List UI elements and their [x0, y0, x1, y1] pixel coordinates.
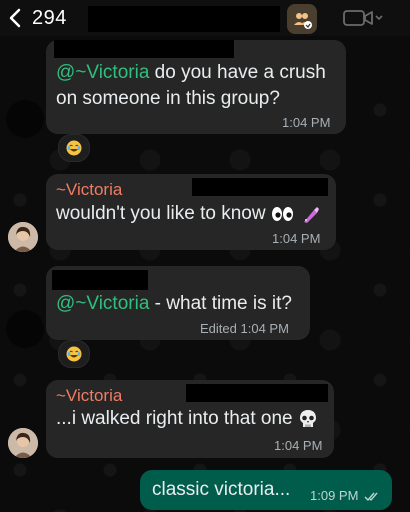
message-bubble[interactable]: ~Victoria ...i walked right into that on…: [46, 380, 334, 458]
video-call-button[interactable]: [343, 8, 391, 28]
mention[interactable]: @~Victoria: [56, 62, 149, 83]
mention[interactable]: @~Victoria: [56, 293, 149, 314]
message-bubble[interactable]: @~Victoria do you have a crush on someon…: [46, 40, 346, 134]
nail-polish-emoji-icon: [304, 206, 320, 223]
sender-name[interactable]: ~Victoria: [56, 386, 122, 406]
message-text: @~Victoria - what time is it?: [56, 293, 292, 314]
message-text: @~Victoria do you have a crush: [56, 62, 326, 83]
message-text: on someone in this group?: [56, 88, 280, 109]
reaction-badge[interactable]: [58, 340, 90, 368]
group-avatar-icon[interactable]: [287, 4, 317, 34]
unread-count: 294: [32, 6, 67, 29]
laughing-emoji-icon: [66, 346, 82, 362]
message-text: classic victoria...: [152, 479, 291, 500]
message-time: 1:09 PM: [310, 488, 382, 503]
message-edited-time: Edited 1:04 PM: [200, 321, 289, 336]
eyes-emoji-icon: [271, 206, 293, 221]
sender-avatar[interactable]: [6, 310, 44, 348]
message-time: 1:04 PM: [282, 115, 331, 130]
sender-name-redacted: [52, 270, 148, 290]
skull-emoji-icon: [299, 409, 316, 427]
chevron-left-icon: [9, 8, 21, 28]
message-time: 1:04 PM: [274, 438, 323, 453]
sender-avatar[interactable]: [6, 100, 44, 138]
outgoing-message-bubble[interactable]: classic victoria... 1:09 PM: [140, 470, 392, 510]
message-bubble[interactable]: ~Victoria wouldn't you like to know 1:04…: [46, 174, 336, 250]
sender-name-redacted: [54, 40, 234, 58]
message-text: ...i walked right into that one: [56, 407, 318, 431]
sender-name[interactable]: ~Victoria: [56, 180, 122, 200]
chat-title-redacted[interactable]: [88, 6, 280, 32]
message-bubble[interactable]: @~Victoria - what time is it? Edited 1:0…: [46, 266, 310, 340]
message-time: 1:04 PM: [272, 231, 321, 246]
video-call-icon: [343, 10, 383, 26]
sender-phone-redacted: [192, 178, 328, 196]
sender-phone-redacted: [186, 384, 328, 402]
back-button[interactable]: 294: [8, 6, 78, 30]
message-text: wouldn't you like to know: [56, 202, 320, 226]
reaction-badge[interactable]: [58, 134, 90, 162]
read-double-check-icon: [364, 492, 378, 501]
laughing-emoji-icon: [66, 140, 82, 156]
sender-avatar[interactable]: [8, 428, 38, 458]
chat-header: 294: [0, 0, 410, 36]
sender-avatar[interactable]: [8, 222, 38, 252]
